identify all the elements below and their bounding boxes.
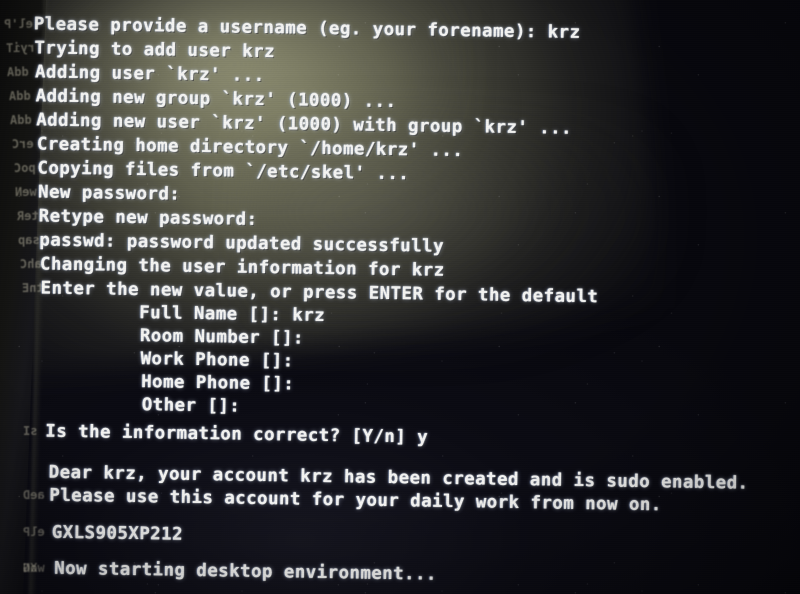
- console-screen-photo: el'P ryiT ddA ddA ddA erC poC weN teR ssap ahC tnE s…: [0, 0, 800, 594]
- display-panel-background: [0, 0, 800, 594]
